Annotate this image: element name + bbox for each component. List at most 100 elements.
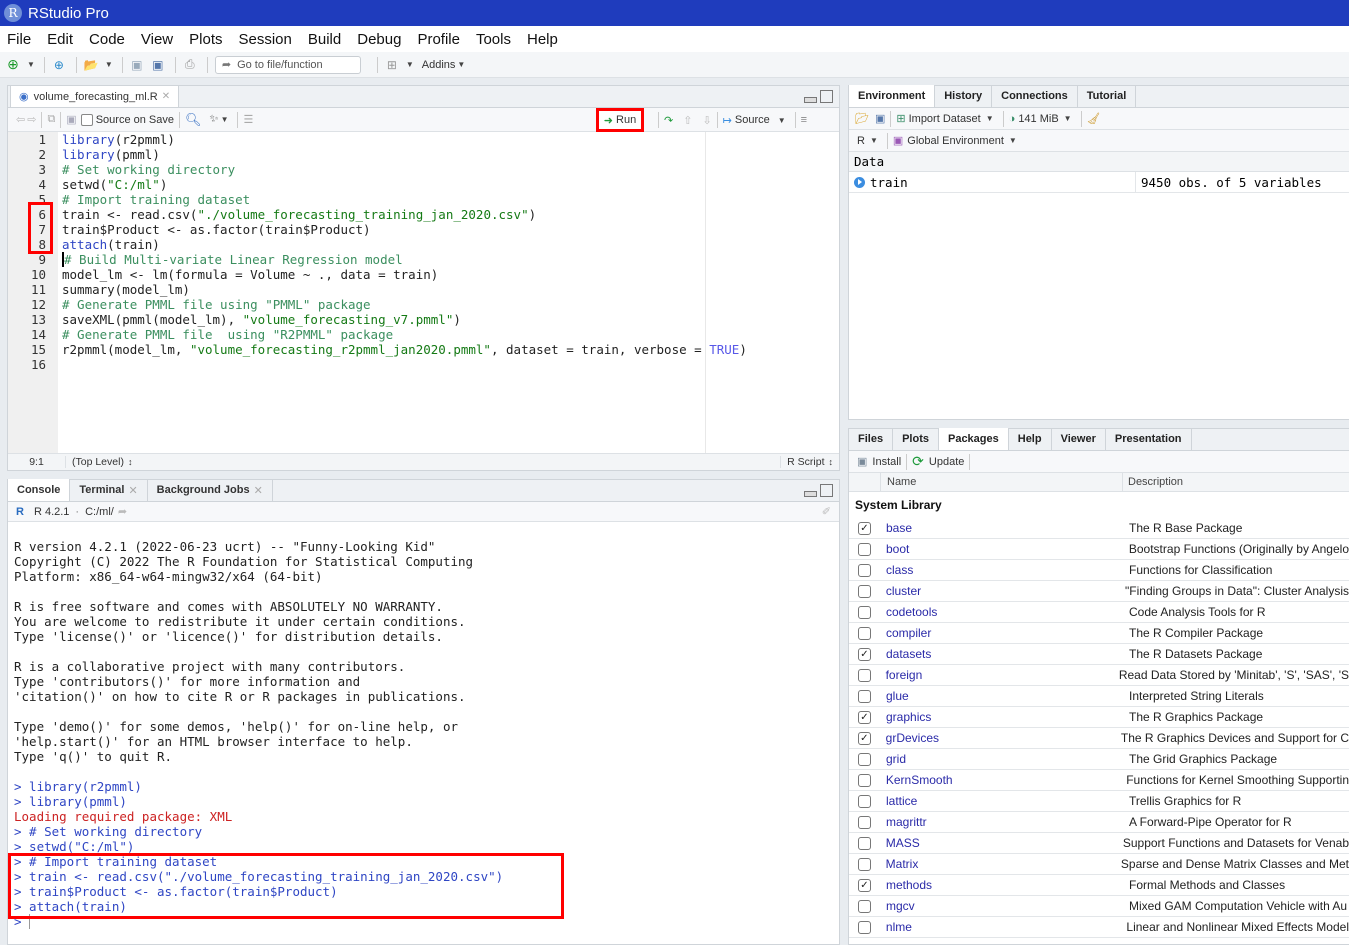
tab-console[interactable]: Console [8, 479, 71, 501]
package-load-checkbox[interactable] [858, 689, 871, 703]
document-outline-icon[interactable]: ☰ [243, 113, 253, 126]
tab-terminal[interactable]: Terminal ✕ [70, 479, 148, 501]
scope-updown-icon[interactable]: ↕ [128, 457, 133, 467]
column-header-name[interactable]: Name [880, 472, 1123, 492]
environment-row[interactable]: train 9450 obs. of 5 variables [849, 171, 1349, 193]
menu-profile[interactable]: Profile [417, 31, 460, 48]
down-arrow-icon[interactable]: ⇩ [702, 114, 711, 127]
search-icon[interactable]: 🔍︎ [185, 112, 202, 128]
addins-button[interactable]: Addins [422, 59, 456, 71]
package-load-checkbox[interactable]: ✓ [858, 710, 871, 724]
tab-presentation[interactable]: Presentation [1106, 428, 1192, 450]
tab-files[interactable]: Files [849, 428, 894, 450]
scope-dropdown-icon[interactable]: ▼ [1009, 136, 1017, 145]
package-load-checkbox[interactable] [858, 605, 871, 619]
menu-file[interactable]: File [7, 31, 31, 48]
package-load-checkbox[interactable] [858, 542, 871, 556]
column-header-description[interactable]: Description [1123, 476, 1183, 488]
menu-plots[interactable]: Plots [189, 31, 222, 48]
package-name-link[interactable]: graphics [886, 710, 1129, 724]
package-load-checkbox[interactable] [858, 815, 871, 829]
menu-debug[interactable]: Debug [357, 31, 401, 48]
memory-usage-button[interactable]: 141 MiB [1018, 113, 1058, 125]
language-dropdown-icon[interactable]: ▼ [870, 136, 878, 145]
package-load-checkbox[interactable] [858, 626, 871, 640]
source-on-save-checkbox[interactable] [80, 113, 93, 126]
package-load-checkbox[interactable]: ✓ [858, 521, 871, 535]
package-load-checkbox[interactable] [858, 899, 871, 913]
install-button[interactable]: Install [872, 456, 901, 468]
rerun-icon[interactable]: ↷ [664, 114, 673, 127]
open-file-icon[interactable]: 📂 [82, 56, 100, 74]
code-editor[interactable]: 1 2 3 4 5 6 7 8 9 10 11 12 13 14 15 16 l… [8, 132, 839, 454]
menu-view[interactable]: View [141, 31, 173, 48]
maximize-pane-icon[interactable] [820, 90, 833, 103]
tab-environment[interactable]: Environment [849, 85, 936, 107]
code-tools-dropdown-icon[interactable]: ▼ [221, 115, 229, 124]
open-file-dropdown-icon[interactable]: ▼ [105, 60, 113, 69]
minimize-pane-icon[interactable] [804, 97, 817, 103]
expand-play-icon[interactable] [854, 176, 865, 188]
tab-plots[interactable]: Plots [893, 428, 939, 450]
close-tab-icon[interactable]: ✕ [254, 484, 263, 497]
package-name-link[interactable]: methods [886, 878, 1129, 892]
tab-volume-forecasting-ml[interactable]: ◉ volume_forecasting_ml.R ✕ [10, 85, 180, 107]
save-workspace-icon[interactable]: ▣ [875, 112, 885, 125]
goto-file-function-input[interactable]: ➦ Go to file/function [214, 55, 361, 74]
save-icon[interactable]: ▣ [128, 56, 146, 74]
package-load-checkbox[interactable] [858, 584, 871, 598]
minimize-pane-icon[interactable] [804, 491, 817, 497]
package-name-link[interactable]: datasets [886, 647, 1129, 661]
menu-session[interactable]: Session [239, 31, 292, 48]
save-all-icon[interactable]: ▣ [149, 56, 167, 74]
package-load-checkbox[interactable] [858, 857, 871, 871]
package-name-link[interactable]: boot [886, 542, 1129, 556]
magic-wand-icon[interactable]: ✨︎ [210, 113, 219, 126]
tab-help[interactable]: Help [1009, 428, 1052, 450]
package-name-link[interactable]: MASS [886, 836, 1123, 850]
package-load-checkbox[interactable]: ✓ [858, 878, 871, 892]
up-arrow-icon[interactable]: ⇧ [683, 114, 692, 127]
package-name-link[interactable]: Matrix [886, 857, 1121, 871]
new-file-icon[interactable]: ⊕ [4, 56, 22, 74]
menu-code[interactable]: Code [89, 31, 125, 48]
scope-selector[interactable]: (Top Level) [72, 456, 124, 468]
show-in-window-icon[interactable]: ⧉ [47, 113, 55, 126]
outline-icon[interactable]: ≡ [801, 114, 807, 126]
grid-layout-icon[interactable]: ⊞ [383, 56, 401, 74]
package-name-link[interactable]: cluster [886, 584, 1125, 598]
package-name-link[interactable]: class [886, 563, 1129, 577]
menu-tools[interactable]: Tools [476, 31, 511, 48]
package-name-link[interactable]: glue [886, 689, 1129, 703]
source-button[interactable]: Source [735, 114, 770, 126]
package-name-link[interactable]: grid [886, 752, 1129, 766]
tab-history[interactable]: History [935, 85, 993, 107]
layout-dropdown-icon[interactable]: ▼ [406, 60, 414, 69]
import-dataset-button[interactable]: Import Dataset [909, 113, 981, 125]
package-load-checkbox[interactable]: ✓ [858, 731, 871, 745]
global-environment-selector[interactable]: Global Environment [907, 135, 1004, 147]
maximize-pane-icon[interactable] [820, 484, 833, 497]
clear-broom-icon[interactable]: 🧹︎ [1087, 112, 1101, 125]
memory-dropdown-icon[interactable]: ▼ [1064, 114, 1072, 123]
tab-viewer[interactable]: Viewer [1052, 428, 1106, 450]
file-type-selector[interactable]: R Script [780, 456, 825, 468]
language-selector[interactable]: R [857, 135, 865, 147]
addins-dropdown-icon[interactable]: ▼ [457, 60, 465, 69]
working-directory[interactable]: C:/ml/ [85, 506, 114, 518]
load-workspace-icon[interactable]: 📂︎ [855, 112, 869, 125]
save-source-icon[interactable]: ▣ [66, 113, 76, 126]
update-button[interactable]: Update [929, 456, 964, 468]
package-name-link[interactable]: grDevices [886, 731, 1121, 745]
file-type-updown-icon[interactable]: ↕ [829, 457, 834, 467]
package-load-checkbox[interactable] [858, 773, 871, 787]
clear-console-icon[interactable]: ✐ [822, 505, 831, 518]
package-name-link[interactable]: lattice [886, 794, 1129, 808]
package-name-link[interactable]: foreign [886, 668, 1119, 682]
menu-edit[interactable]: Edit [47, 31, 73, 48]
package-load-checkbox[interactable]: ✓ [858, 647, 871, 661]
source-icon[interactable]: ↦ [723, 114, 732, 127]
package-load-checkbox[interactable] [858, 668, 871, 682]
package-load-checkbox[interactable] [858, 752, 871, 766]
tab-packages[interactable]: Packages [938, 428, 1009, 450]
